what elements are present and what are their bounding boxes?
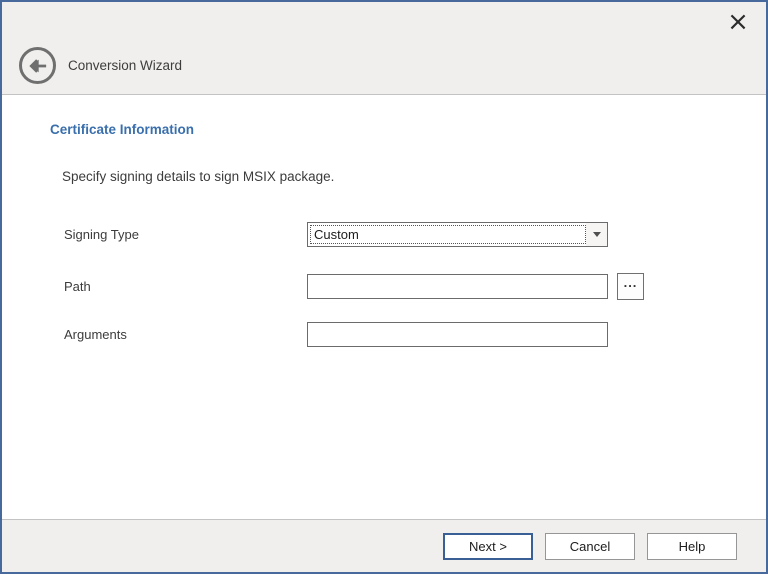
next-button[interactable]: Next > xyxy=(443,533,533,560)
wizard-nav-row: Conversion Wizard xyxy=(19,47,182,84)
signing-type-label: Signing Type xyxy=(64,227,307,242)
path-label: Path xyxy=(64,279,307,294)
arguments-label: Arguments xyxy=(64,327,307,342)
arguments-input[interactable] xyxy=(307,322,608,347)
signing-type-row: Signing Type Custom xyxy=(2,221,766,248)
wizard-header: × Conversion Wizard xyxy=(2,2,766,95)
page-description: Specify signing details to sign MSIX pac… xyxy=(62,169,766,184)
help-button[interactable]: Help xyxy=(647,533,737,560)
conversion-wizard-window: × Conversion Wizard Certificate Informat… xyxy=(0,0,768,574)
wizard-footer: Next > Cancel Help xyxy=(2,519,766,572)
close-icon[interactable]: × xyxy=(722,6,754,38)
chevron-down-icon xyxy=(593,232,601,237)
page-title: Certificate Information xyxy=(50,122,766,137)
cancel-button[interactable]: Cancel xyxy=(545,533,635,560)
wizard-title: Conversion Wizard xyxy=(68,58,182,73)
back-arrow-icon xyxy=(27,57,49,75)
dropdown-arrow-button[interactable] xyxy=(586,223,607,246)
path-row: Path ... xyxy=(2,273,766,300)
signing-type-dropdown[interactable]: Custom xyxy=(307,222,608,247)
arguments-row: Arguments xyxy=(2,321,766,348)
path-input[interactable] xyxy=(307,274,608,299)
wizard-page-content: Certificate Information Specify signing … xyxy=(2,95,766,519)
signing-type-selected-value: Custom xyxy=(310,225,586,244)
back-button[interactable] xyxy=(19,47,56,84)
browse-button[interactable]: ... xyxy=(617,273,644,300)
